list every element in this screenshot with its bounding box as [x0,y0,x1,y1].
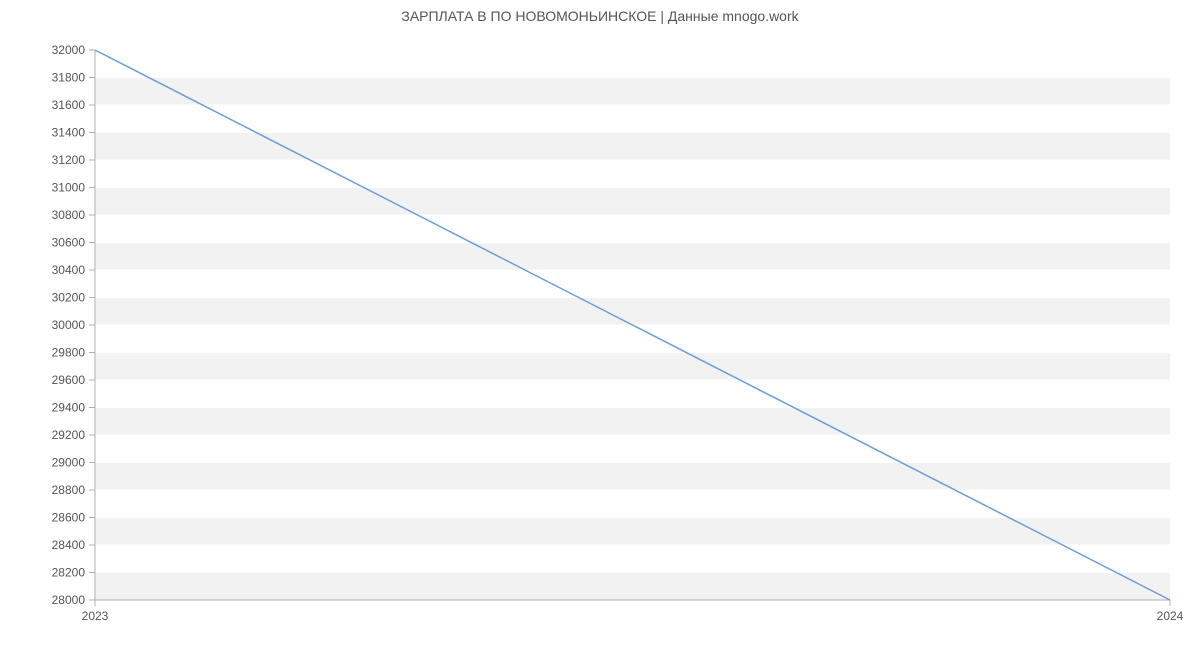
grid-band [95,518,1170,546]
grid-band [95,243,1170,271]
y-tick-label: 29200 [52,428,86,442]
grid-band [95,408,1170,436]
y-tick-label: 30800 [52,208,86,222]
grid-band [95,133,1170,161]
y-tick-label: 29400 [52,401,86,415]
chart-title: ЗАРПЛАТА В ПО НОВОМОНЬИНСКОЕ | Данные mn… [0,0,1200,24]
y-tick-label: 31200 [52,153,86,167]
y-tick-label: 31600 [52,98,86,112]
grid-band [95,78,1170,106]
y-tick-label: 32000 [52,43,86,57]
x-tick-label: 2024 [1157,609,1184,623]
y-tick-label: 28400 [52,538,86,552]
grid-band [95,353,1170,381]
y-tick-label: 30200 [52,291,86,305]
y-tick-label: 30000 [52,318,86,332]
y-tick-label: 28000 [52,593,86,607]
chart-area: 28000 28200 28400 28600 28800 29000 29200 29400… [0,30,1200,630]
y-tick-label: 29600 [52,373,86,387]
grid-band [95,463,1170,491]
y-tick-label: 31800 [52,71,86,85]
x-tick-label: 2023 [82,609,109,623]
y-tick-label: 29800 [52,346,86,360]
y-tick-label: 28200 [52,566,86,580]
y-tick-label: 30400 [52,263,86,277]
chart-svg: 28000 28200 28400 28600 28800 29000 29200 29400… [0,30,1200,630]
y-tick-label: 29000 [52,456,86,470]
y-tick-label: 31400 [52,126,86,140]
y-tick-label: 28600 [52,511,86,525]
grid-band [95,573,1170,601]
y-tick-label: 31000 [52,181,86,195]
grid-band [95,188,1170,216]
y-tick-label: 28800 [52,483,86,497]
y-tick-label: 30600 [52,236,86,250]
grid-band [95,298,1170,326]
